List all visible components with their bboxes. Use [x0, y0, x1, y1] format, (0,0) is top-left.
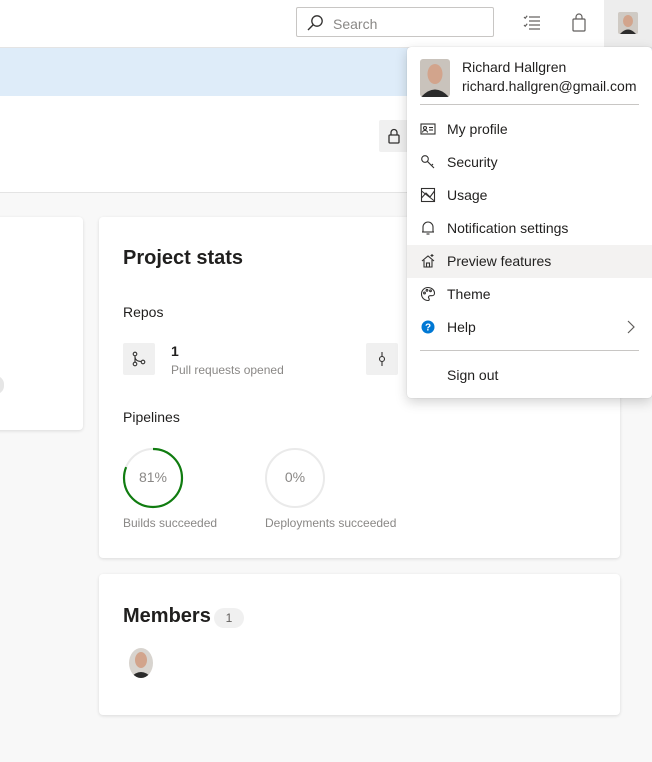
profile-avatar-button[interactable] — [604, 0, 652, 47]
repos-heading: Repos — [123, 304, 164, 320]
menu-item-theme[interactable]: Theme — [407, 278, 652, 311]
profile-user-name: Richard Hallgren — [462, 59, 567, 75]
menu-item-label: Security — [447, 154, 498, 170]
search-icon — [307, 15, 323, 31]
bell-icon — [422, 221, 434, 235]
avatar — [618, 12, 638, 34]
top-bar: Search — [0, 0, 652, 48]
builds-percent: 81% — [138, 469, 168, 485]
deployments-label: Deployments succeeded — [265, 516, 397, 530]
menu-item-label: My profile — [447, 121, 508, 137]
profile-menu-avatar — [420, 59, 450, 97]
builds-succeeded-ring: 81% — [122, 447, 184, 509]
search-placeholder: Search — [333, 16, 378, 32]
menu-item-security[interactable]: Security — [407, 146, 652, 179]
members-count-badge: 1 — [214, 608, 244, 628]
pull-request-tile — [123, 343, 155, 375]
privacy-button[interactable] — [379, 120, 409, 152]
menu-item-label: Theme — [447, 286, 491, 302]
profile-menu: Richard Hallgren richard.hallgren@gmail.… — [407, 47, 652, 398]
menu-item-label: Usage — [447, 187, 488, 203]
members-title: Members — [123, 605, 211, 627]
profile-user-email: richard.hallgren@gmail.com — [462, 78, 637, 94]
project-stats-title: Project stats — [123, 247, 244, 269]
commits-tile — [366, 343, 398, 375]
card-edge-tab — [0, 376, 4, 394]
lock-icon — [388, 128, 400, 144]
marketplace-bag-icon[interactable] — [568, 12, 590, 34]
menu-item-sign-out[interactable]: Sign out — [407, 359, 652, 392]
key-icon — [421, 155, 435, 169]
pull-requests-label: Pull requests opened — [171, 363, 284, 377]
member-avatar[interactable] — [129, 648, 153, 678]
search-box[interactable]: Search — [296, 7, 494, 37]
menu-item-help[interactable]: ? Help — [407, 311, 652, 344]
menu-item-preview-features[interactable]: Preview features — [407, 245, 652, 278]
menu-item-my-profile[interactable]: My profile — [407, 113, 652, 146]
about-card — [0, 217, 83, 430]
menu-item-usage[interactable]: Usage — [407, 179, 652, 212]
members-card: Members 1 — [99, 574, 620, 715]
menu-item-label: Notification settings — [447, 220, 569, 236]
pull-request-icon — [132, 351, 146, 367]
menu-item-label: Help — [447, 319, 476, 335]
pipelines-heading: Pipelines — [123, 409, 180, 425]
menu-item-label: Preview features — [447, 253, 552, 269]
contact-card-icon — [420, 123, 436, 135]
usage-icon — [420, 187, 436, 203]
svg-text:?: ? — [425, 323, 431, 334]
sign-out-label: Sign out — [447, 367, 499, 383]
work-items-list-icon[interactable] — [521, 12, 543, 34]
preview-features-icon — [421, 254, 435, 268]
deployments-succeeded-ring: 0% — [264, 447, 326, 509]
builds-label: Builds succeeded — [123, 516, 218, 530]
menu-item-notification-settings[interactable]: Notification settings — [407, 212, 652, 245]
deployments-percent: 0% — [284, 469, 306, 485]
commit-icon — [378, 352, 386, 366]
menu-divider — [420, 104, 639, 105]
help-icon: ? — [421, 320, 435, 334]
menu-divider — [420, 350, 639, 351]
chevron-right-icon — [627, 320, 635, 334]
pull-requests-count: 1 — [171, 343, 179, 359]
palette-icon — [420, 286, 436, 302]
